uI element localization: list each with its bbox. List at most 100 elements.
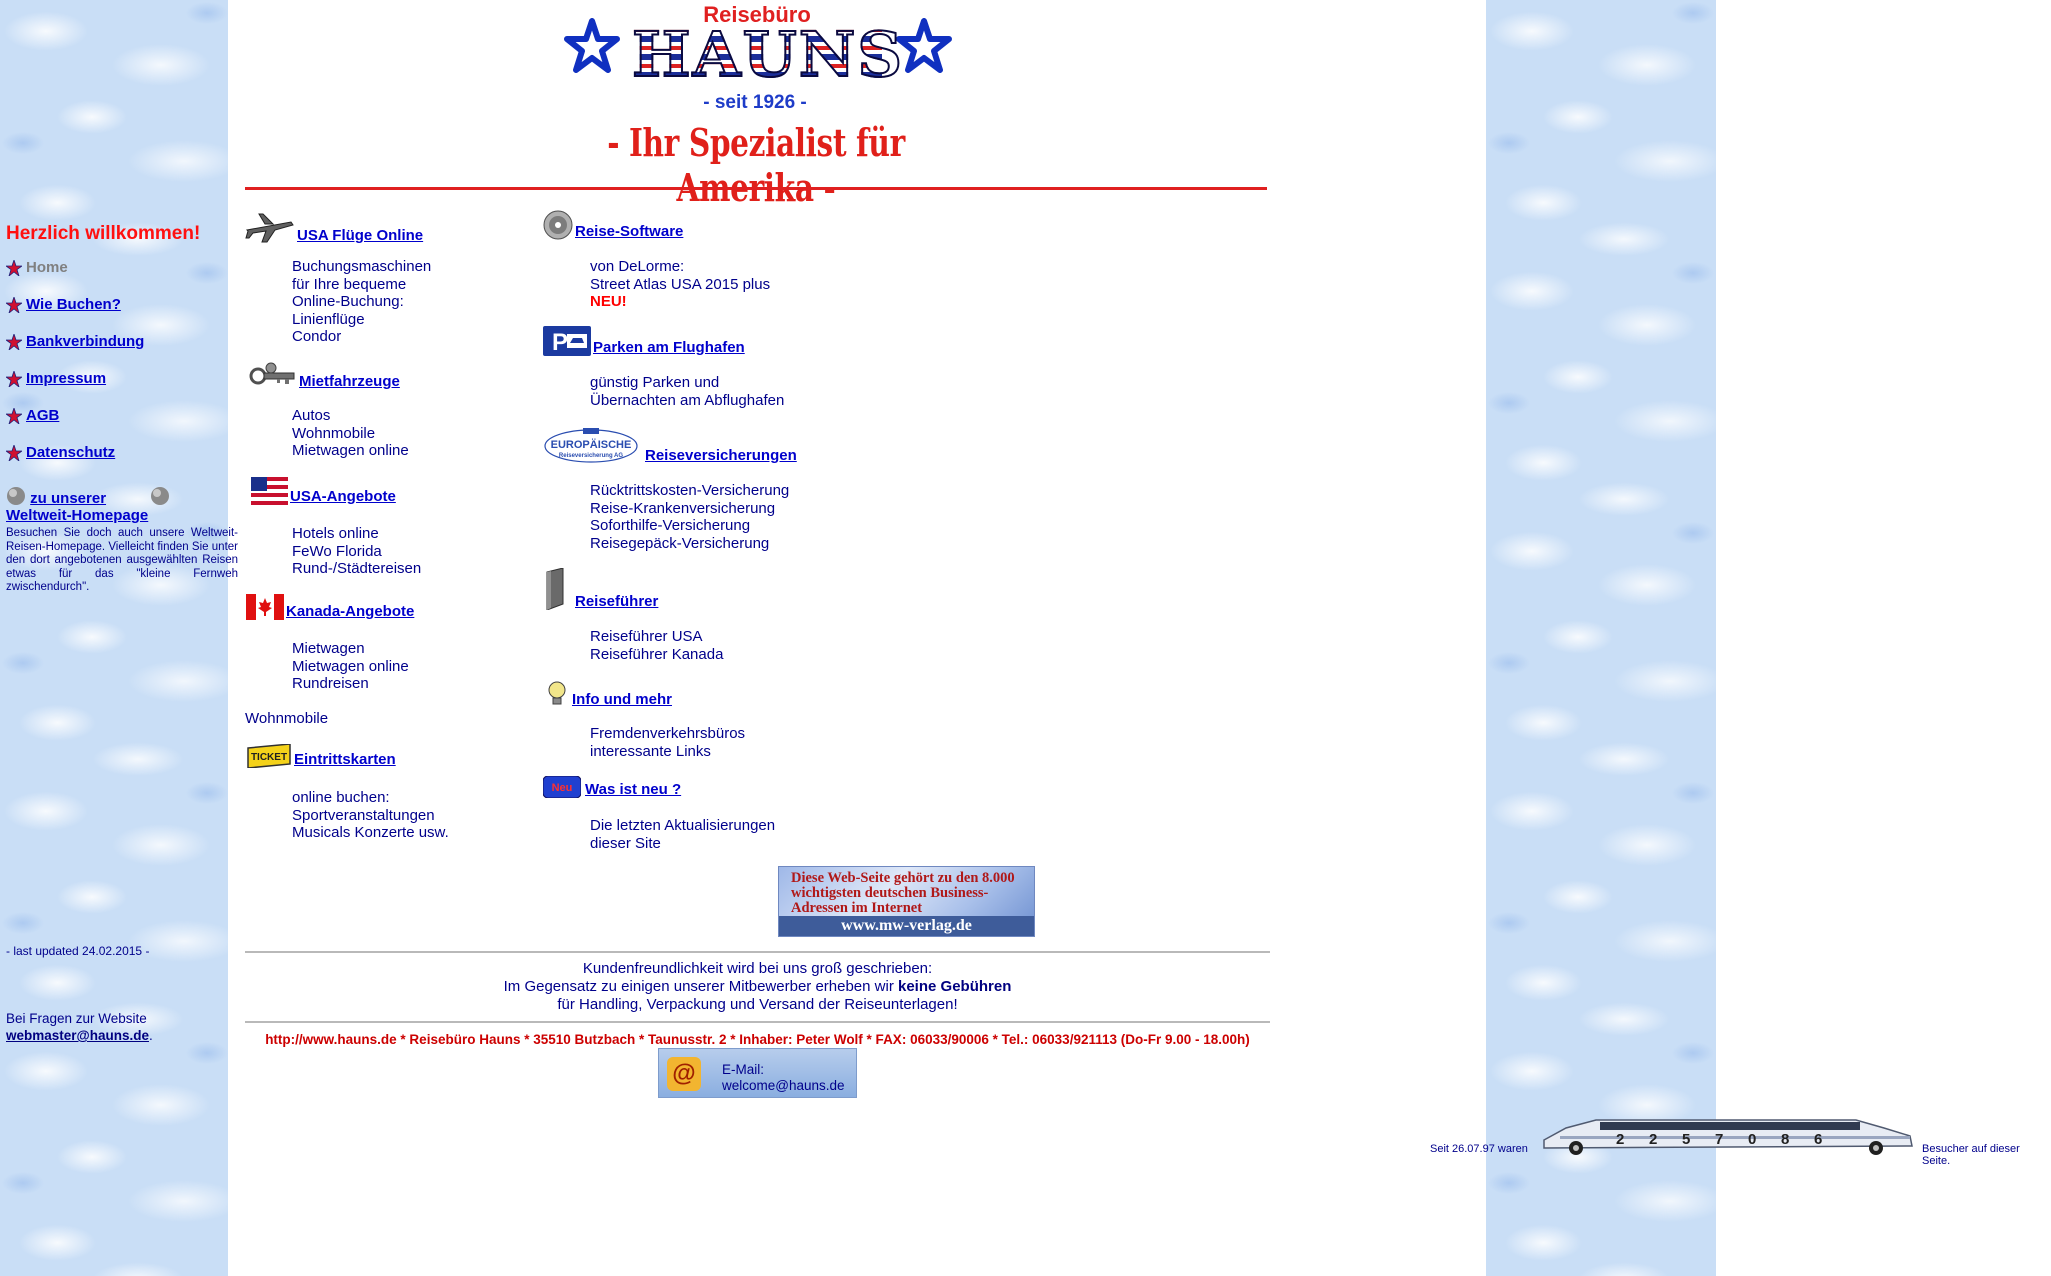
service-line-3: für Handling, Verpackung und Versand der…	[557, 996, 958, 1013]
list-item: interessante Links	[590, 742, 711, 760]
section-kanada-angebote[interactable]: Kanada-Angebote	[246, 594, 414, 620]
sky-background-right	[1486, 0, 1716, 1276]
email-label: E-Mail:	[722, 1062, 765, 1077]
mw-verlag-banner[interactable]: Diese Web-Seite gehört zu den 8.000 wich…	[778, 866, 1035, 937]
mw-banner-url: www.mw-verlag.de	[779, 916, 1034, 936]
footer-divider-top	[245, 951, 1270, 953]
nav-item-datenschutz[interactable]: Datenschutz	[6, 444, 115, 461]
section-info[interactable]: Info und mehr	[546, 680, 672, 708]
info-link[interactable]: Info und mehr	[572, 691, 672, 708]
usa-fluege-list: Buchungsmaschinen für Ihre bequeme Onlin…	[292, 258, 431, 346]
website-questions: Bei Fragen zur Website webmaster@hauns.d…	[6, 1010, 153, 1044]
nav-item-impressum[interactable]: Impressum	[6, 370, 106, 387]
list-item: Reiseführer Kanada	[590, 645, 724, 663]
email-label-block: E-Mail: welcome@hauns.de	[722, 1062, 845, 1094]
parking-sign-icon: P	[543, 326, 591, 356]
nav-item-home[interactable]: Home	[6, 259, 68, 276]
list-item: Rücktrittskosten-Versicherung	[590, 482, 790, 499]
hauns-logo: Reisebüro HAUNS	[631, 2, 903, 92]
section-was-ist-neu[interactable]: Neu Was ist neu ?	[543, 776, 681, 798]
star-bullet-icon	[6, 408, 22, 424]
was-ist-neu-link[interactable]: Was ist neu ?	[585, 781, 681, 798]
mietfahrzeuge-list: Autos Wohnmobile Mietwagen online	[292, 407, 409, 460]
footer-divider-bottom	[245, 1021, 1270, 1023]
reise-software-link[interactable]: Reise-Software	[575, 223, 683, 240]
reisefuehrer-list: Reiseführer USA Reiseführer Kanada	[590, 628, 723, 663]
nav-item-link[interactable]: Datenschutz	[26, 444, 115, 461]
list-item: Übernachten am Abflughafen	[590, 391, 785, 409]
list-item: online buchen:	[292, 789, 390, 806]
info-list: Fremdenverkehrsbüros interessante Links	[590, 725, 745, 760]
ticket-icon-text: TICKET	[251, 752, 287, 763]
list-item: Rund-/Städtereisen	[292, 560, 422, 577]
list-item: günstig Parken und	[590, 374, 720, 391]
list-item: FeWo Florida	[292, 542, 382, 560]
list-item: Reise-Krankenversicherung	[590, 499, 776, 517]
usa-angebote-link[interactable]: USA-Angebote	[290, 488, 396, 505]
usa-angebote-list: Hotels online FeWo Florida Rund-/Städter…	[292, 525, 421, 578]
section-parken[interactable]: P Parken am Flughafen	[543, 326, 745, 356]
list-item: Mietwagen online	[292, 442, 409, 459]
list-item: Die letzten Aktualisierungen	[590, 817, 776, 834]
nav-item-label: Home	[26, 259, 68, 276]
nav-item-link[interactable]: Wie Buchen?	[26, 296, 121, 313]
list-item: Street Atlas USA 2015 plus	[590, 275, 771, 293]
lightbulb-icon	[548, 681, 566, 705]
section-usa-angebote[interactable]: USA-Angebote	[251, 477, 396, 505]
list-item: Hotels online	[292, 525, 379, 542]
usa-flag-icon	[251, 477, 288, 505]
limousine-counter-image: 2 2 5 7 0 8 6	[1543, 1119, 1913, 1155]
email-button[interactable]: @ E-Mail: welcome@hauns.de	[658, 1048, 857, 1098]
wohnmobile-text: Wohnmobile	[245, 710, 329, 727]
webmaster-email-link[interactable]: webmaster@hauns.de	[6, 1028, 149, 1043]
list-item: Condor	[292, 328, 342, 345]
weltweit-link[interactable]: zu unserer Weltweit-Homepage	[6, 486, 181, 524]
list-item: Online-Buchung:	[292, 293, 404, 310]
canada-flag-icon	[246, 594, 284, 620]
counter-digit: 8	[1781, 1131, 1789, 1148]
service-line-1: Kundenfreundlichkeit wird bei uns groß g…	[582, 960, 933, 977]
star-bullet-icon	[6, 334, 22, 350]
section-usa-fluege[interactable]: USA Flüge Online	[245, 210, 423, 244]
counter-digit: 2	[1616, 1131, 1624, 1148]
globe-icon	[151, 487, 170, 505]
welcome-heading: Herzlich willkommen!	[6, 223, 201, 244]
company-address: http://www.hauns.de * Reisebüro Hauns * …	[265, 1032, 1250, 1047]
weltweit-link-line1[interactable]: zu unserer	[30, 490, 106, 507]
parken-list: günstig Parken und Übernachten am Abflug…	[590, 374, 784, 409]
list-item: Soforthilfe-Versicherung	[590, 517, 751, 534]
email-address: welcome@hauns.de	[722, 1078, 845, 1093]
star-bullet-icon	[6, 371, 22, 387]
eintrittskarten-list: online buchen: Sportveranstaltungen Musi…	[292, 789, 449, 842]
parken-link[interactable]: Parken am Flughafen	[593, 339, 745, 356]
counter-digit: 0	[1748, 1131, 1756, 1148]
kanada-angebote-link[interactable]: Kanada-Angebote	[286, 603, 414, 620]
list-item: Autos	[292, 407, 331, 424]
airplane-icon	[245, 213, 294, 243]
nav-item-link[interactable]: AGB	[26, 407, 59, 424]
list-item: Fremdenverkehrsbüros	[590, 725, 746, 742]
reiseversicherungen-link[interactable]: Reiseversicherungen	[645, 447, 797, 464]
nav-item-link[interactable]: Bankverbindung	[26, 333, 144, 350]
questions-text: Bei Fragen zur Website	[6, 1011, 147, 1026]
logo-subtext: Reiseversicherung AG	[559, 453, 623, 459]
list-item: Sportveranstaltungen	[292, 806, 435, 824]
nav-item-agb[interactable]: AGB	[6, 407, 59, 424]
section-reise-software[interactable]: Reise-Software	[543, 210, 683, 240]
section-reisefuehrer[interactable]: Reiseführer	[543, 568, 658, 610]
section-eintrittskarten[interactable]: TICKET Eintrittskarten	[246, 744, 396, 768]
header-divider	[245, 187, 1267, 190]
reisefuehrer-link[interactable]: Reiseführer	[575, 593, 658, 610]
eintrittskarten-link[interactable]: Eintrittskarten	[294, 751, 396, 768]
nav-item-link[interactable]: Impressum	[26, 370, 106, 387]
usa-fluege-link[interactable]: USA Flüge Online	[297, 227, 423, 244]
section-mietfahrzeuge[interactable]: Mietfahrzeuge	[249, 362, 400, 390]
weltweit-link-line2[interactable]: Weltweit-Homepage	[6, 507, 148, 524]
counter-prefix: Seit 26.07.97 waren	[1430, 1143, 1528, 1155]
mietfahrzeuge-link[interactable]: Mietfahrzeuge	[299, 373, 400, 390]
star-bullet-icon	[6, 260, 22, 276]
counter-suffix: Besucher auf dieser Seite.	[1922, 1143, 2020, 1167]
nav-item-wie-buchen[interactable]: Wie Buchen?	[6, 296, 121, 313]
section-reiseversicherungen[interactable]: EUROPÄISCHE Reiseversicherung AG Reiseve…	[543, 426, 797, 464]
nav-item-bankverbindung[interactable]: Bankverbindung	[6, 333, 144, 350]
